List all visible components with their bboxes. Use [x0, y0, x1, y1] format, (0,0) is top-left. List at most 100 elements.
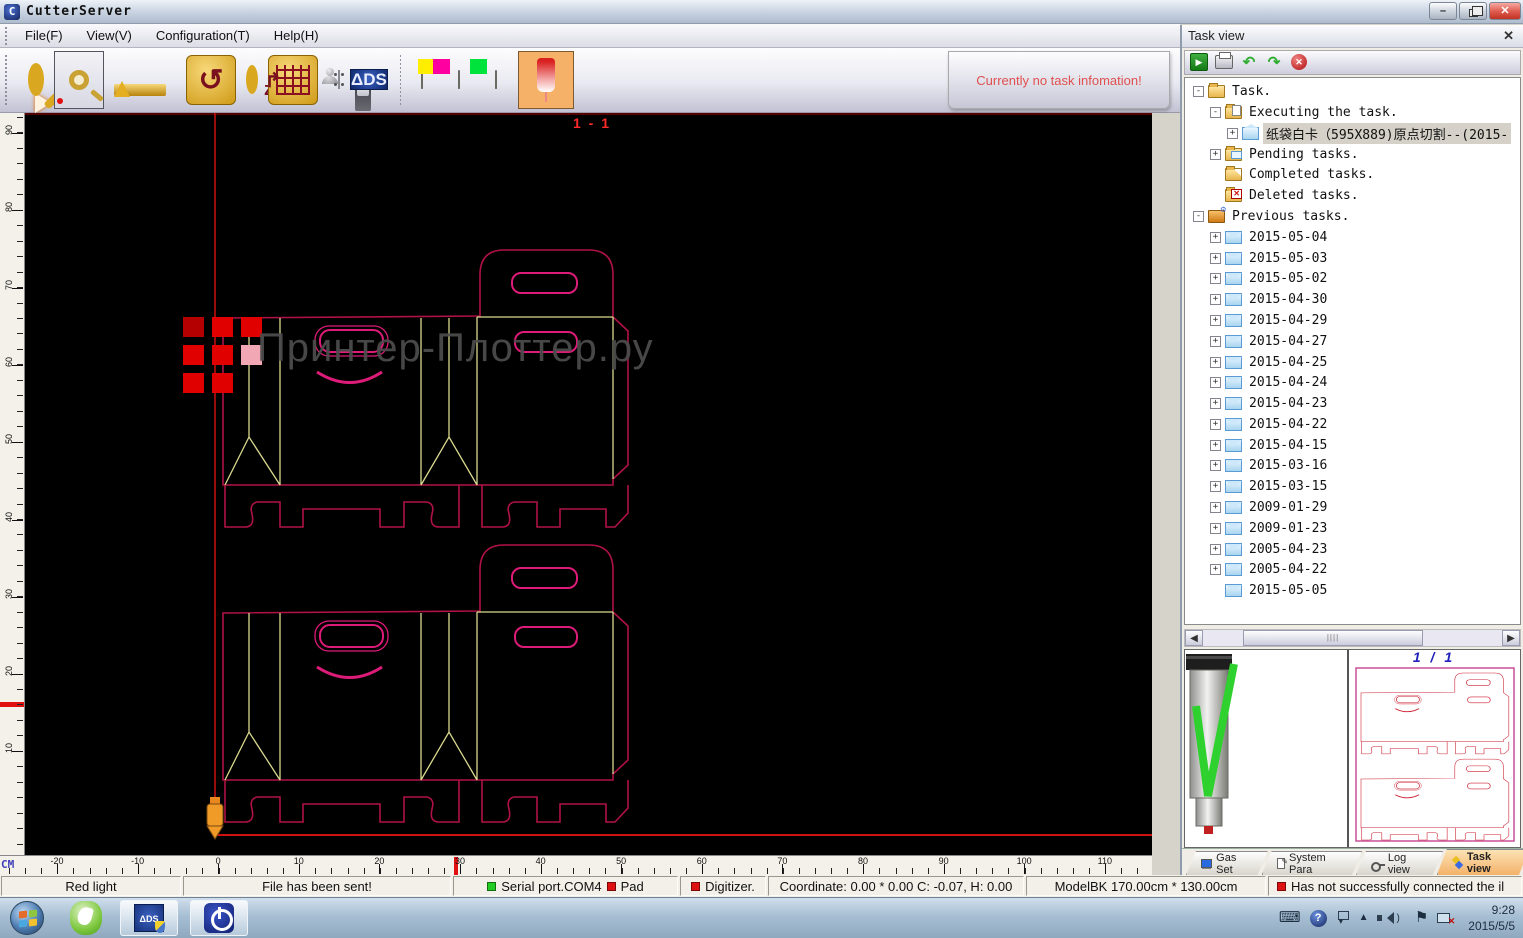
show-hidden-icons[interactable]: ▲ [1359, 900, 1369, 936]
run-task-icon[interactable]: ▶ [1190, 53, 1208, 71]
tree-expander-icon[interactable]: + [1210, 564, 1221, 575]
restore-button[interactable] [1459, 2, 1487, 20]
tree-expander-icon[interactable]: - [1193, 86, 1204, 97]
tree-item-label[interactable]: Completed tasks. [1246, 166, 1377, 183]
ads-button[interactable]: ΔDS [350, 55, 388, 105]
scroll-right-arrow[interactable]: ▶ [1502, 630, 1520, 646]
tree-item-label[interactable]: 2015-04-29 [1246, 312, 1330, 329]
tree-item[interactable]: +2015-04-30 [1185, 289, 1520, 310]
power-switch-button[interactable] [338, 71, 340, 89]
tree-item-label[interactable]: 2015-04-27 [1246, 333, 1330, 350]
delete-task-icon[interactable]: ✕ [1290, 53, 1308, 71]
tree-item-label[interactable]: 2015-05-03 [1246, 250, 1330, 267]
tree-expander-icon[interactable]: + [1210, 419, 1221, 430]
platform-button[interactable] [114, 64, 166, 96]
close-button[interactable]: ✕ [1489, 2, 1521, 20]
tree-item[interactable]: - Executing the task. [1185, 102, 1520, 123]
action-center-flag-icon[interactable]: ⚑ [1415, 900, 1428, 936]
start-button[interactable] [10, 901, 44, 935]
network-disconnected-icon[interactable] [1437, 911, 1453, 925]
tree-item[interactable]: +2015-04-29 [1185, 310, 1520, 331]
tree-expander-icon[interactable]: + [1210, 149, 1221, 160]
tree-expander-icon[interactable]: + [1210, 357, 1221, 368]
tree-item-label[interactable]: 2015-04-22 [1246, 416, 1330, 433]
tree-item[interactable]: +2015-04-22 [1185, 414, 1520, 435]
tab-gas-set[interactable]: Gas Set [1186, 851, 1268, 875]
tree-item-label[interactable]: Deleted tasks. [1246, 187, 1362, 204]
tree-item-label[interactable]: 纸袋白卡（595X889)原点切割--(2015- [1263, 123, 1511, 144]
taskbar-clock[interactable]: 9:28 2015/5/5 [1462, 902, 1515, 934]
move-down-icon[interactable]: ↷ [1265, 53, 1283, 71]
tree-item[interactable]: +2015-04-23 [1185, 393, 1520, 414]
tree-item-label[interactable]: 2015-04-30 [1246, 291, 1330, 308]
pen3-tool-button[interactable] [495, 71, 497, 89]
tree-expander-icon[interactable]: + [1210, 544, 1221, 555]
volume-icon[interactable] [1377, 911, 1393, 925]
tree-expander-icon[interactable]: + [1210, 377, 1221, 388]
tree-expander-icon[interactable]: + [1210, 502, 1221, 513]
tree-expander-icon[interactable]: + [1210, 460, 1221, 471]
tree-item[interactable]: +2009-01-29 [1185, 497, 1520, 518]
reset-button[interactable]: z↻ [246, 71, 258, 89]
tree-item[interactable]: Deleted tasks. [1185, 185, 1520, 206]
tree-expander-icon[interactable]: - [1193, 211, 1204, 222]
tree-item[interactable]: + Pending tasks. [1185, 144, 1520, 165]
zoom-tool-button[interactable] [54, 51, 104, 109]
tree-expander-icon[interactable]: + [1210, 294, 1221, 305]
window-caret-icon[interactable] [1336, 911, 1350, 925]
active-pen-button[interactable] [518, 51, 574, 109]
tab-log-view[interactable]: Log view [1356, 851, 1443, 875]
stop-button[interactable] [28, 71, 44, 89]
tab-system-para[interactable]: System Para [1262, 851, 1362, 875]
tree-expander-icon[interactable]: - [1210, 107, 1221, 118]
menu-file[interactable]: File(F) [13, 25, 75, 46]
coreldraw-taskbar-icon[interactable] [70, 901, 102, 935]
tree-item[interactable]: +2015-05-02 [1185, 268, 1520, 289]
tree-item-label[interactable]: Executing the task. [1246, 104, 1401, 121]
tree-item[interactable]: +2015-05-04 [1185, 227, 1520, 248]
tree-item-label[interactable]: 2015-05-02 [1246, 270, 1330, 287]
tree-item-label[interactable]: 2015-04-25 [1246, 354, 1330, 371]
help-tray-icon[interactable]: ? [1310, 910, 1327, 927]
tree-expander-icon[interactable]: + [1210, 440, 1221, 451]
menu-help[interactable]: Help(H) [262, 25, 331, 46]
tree-item-label[interactable]: 2005-04-22 [1246, 561, 1330, 578]
pen1-tool-button[interactable] [421, 71, 423, 89]
drawing-canvas[interactable]: 1 - 1 Принтер-Плоттер.ру [25, 113, 1152, 855]
tree-item[interactable]: +2015-04-25 [1185, 352, 1520, 373]
tree-expander-icon[interactable]: + [1210, 273, 1221, 284]
tree-item-label[interactable]: 2009-01-23 [1246, 520, 1330, 537]
tree-item[interactable]: 2015-05-05 [1185, 580, 1520, 601]
tree-item-label[interactable]: 2015-03-16 [1246, 457, 1330, 474]
tree-item-label[interactable]: 2015-04-15 [1246, 437, 1330, 454]
tree-item-label[interactable]: 2015-03-15 [1246, 478, 1330, 495]
tree-expander-icon[interactable]: + [1210, 398, 1221, 409]
tree-item[interactable]: +2005-04-23 [1185, 539, 1520, 560]
tree-item-label[interactable]: 2015-05-04 [1246, 229, 1330, 246]
tree-item[interactable]: +2009-01-23 [1185, 518, 1520, 539]
tree-item-label[interactable]: Task. [1229, 83, 1274, 100]
tree-expander-icon[interactable]: + [1210, 315, 1221, 326]
tree-item[interactable]: +2015-05-03 [1185, 248, 1520, 269]
tree-item-label[interactable]: Previous tasks. [1229, 208, 1352, 225]
keyboard-icon[interactable]: ⌨ [1279, 900, 1301, 936]
tree-expander-icon[interactable]: + [1227, 128, 1238, 139]
tree-item[interactable]: - Task. [1185, 81, 1520, 102]
tree-item-label[interactable]: Pending tasks. [1246, 146, 1362, 163]
tree-item[interactable]: +2015-04-15 [1185, 435, 1520, 456]
move-up-icon[interactable]: ↶ [1240, 53, 1258, 71]
menu-view[interactable]: View(V) [75, 25, 144, 46]
tree-item-label[interactable]: 2015-05-05 [1246, 582, 1330, 599]
cutterserver-taskbar-button[interactable] [190, 900, 248, 936]
tree-expander-icon[interactable]: + [1210, 253, 1221, 264]
tree-item-label[interactable]: 2015-04-24 [1246, 374, 1330, 391]
tree-expander-icon[interactable]: + [1210, 481, 1221, 492]
menu-configuration[interactable]: Configuration(T) [144, 25, 262, 46]
tree-expander-icon[interactable]: + [1210, 523, 1221, 534]
minimize-button[interactable]: – [1429, 2, 1457, 20]
rotate-button[interactable]: ↺ [186, 55, 236, 105]
panel-close-icon[interactable]: ✕ [1500, 29, 1517, 43]
ads-taskbar-button[interactable]: ΔDS [120, 900, 178, 936]
tree-item-label[interactable]: 2005-04-23 [1246, 541, 1330, 558]
pen2-tool-button[interactable] [458, 71, 460, 89]
